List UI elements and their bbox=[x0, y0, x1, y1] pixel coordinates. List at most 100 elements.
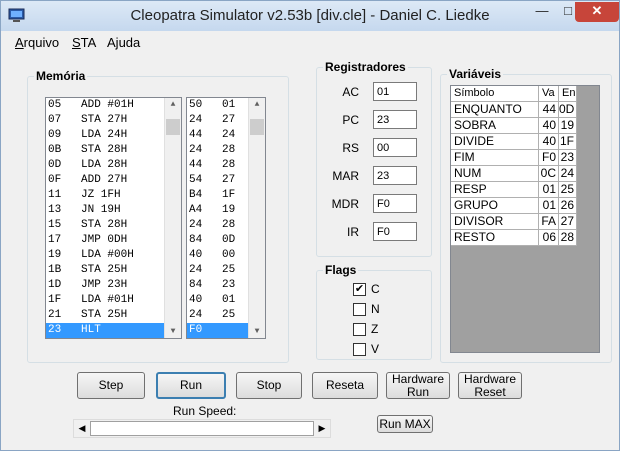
flag-checkbox-v[interactable] bbox=[353, 343, 366, 356]
registers-group: Registradores AC PC RS MAR MDR IR bbox=[316, 60, 432, 257]
stop-button[interactable]: Stop bbox=[236, 372, 302, 399]
scroll-up-arrow-icon[interactable]: ▲ bbox=[249, 100, 265, 109]
hardware-run-button[interactable]: Hardware Run bbox=[386, 372, 450, 399]
table-cell: 0C bbox=[539, 166, 559, 182]
register-label-ac: AC bbox=[342, 85, 359, 99]
program-row[interactable]: 1D JMP 23H bbox=[46, 278, 181, 293]
slider-track[interactable] bbox=[90, 421, 314, 436]
table-cell: RESP bbox=[451, 182, 539, 198]
table-cell: 28 bbox=[559, 230, 577, 246]
program-row[interactable]: 11 JZ 1FH bbox=[46, 188, 181, 203]
raw-scrollbar[interactable]: ▲ ▼ bbox=[248, 98, 265, 338]
program-row[interactable]: 0B STA 28H bbox=[46, 143, 181, 158]
program-listbox[interactable]: 05 ADD #01H 07 STA 27H 09 LDA 24H 0B STA 28… bbox=[45, 97, 182, 339]
app-window: Cleopatra Simulator v2.53b [div.cle] - D… bbox=[0, 0, 620, 451]
table-cell: 23 bbox=[559, 150, 577, 166]
flag-checkbox-z[interactable] bbox=[353, 323, 366, 336]
program-row[interactable]: 09 LDA 24H bbox=[46, 128, 181, 143]
hardware-run-label-2: Run bbox=[406, 384, 429, 399]
table-cell: 24 bbox=[559, 166, 577, 182]
reseta-button[interactable]: Reseta bbox=[312, 372, 378, 399]
table-header-cell[interactable]: En bbox=[559, 86, 577, 102]
register-label-mar: MAR bbox=[332, 169, 359, 183]
window-title: Cleopatra Simulator v2.53b [div.cle] - D… bbox=[130, 7, 490, 24]
minimize-button[interactable]: — bbox=[529, 2, 555, 22]
variables-table[interactable]: Símbolo Va En ENQUANTO 44 0D SOBRA 40 19 DIVIDE 40… bbox=[450, 85, 600, 353]
flags-group: Flags ✔ C N Z V bbox=[316, 263, 432, 360]
scroll-thumb[interactable] bbox=[250, 119, 264, 135]
program-row[interactable]: 15 STA 28H bbox=[46, 218, 181, 233]
scroll-right-arrow-icon[interactable]: ▶ bbox=[314, 420, 330, 437]
register-label-rs: RS bbox=[342, 141, 359, 155]
flag-checkbox-c[interactable]: ✔ bbox=[353, 283, 366, 296]
table-header-cell[interactable]: Va bbox=[539, 86, 559, 102]
flag-label-n: N bbox=[371, 302, 380, 316]
raw-memory-row[interactable]: 0C bbox=[187, 338, 265, 339]
scroll-down-arrow-icon[interactable]: ▼ bbox=[249, 327, 265, 336]
program-row[interactable]: 13 JN 19H bbox=[46, 203, 181, 218]
table-cell: DIVISOR bbox=[451, 214, 539, 230]
scroll-down-arrow-icon[interactable]: ▼ bbox=[165, 327, 181, 336]
table-cell: NUM bbox=[451, 166, 539, 182]
run-max-button[interactable]: Run MAX bbox=[377, 415, 433, 433]
menu-arquivo[interactable]: Arquivo bbox=[15, 35, 59, 50]
variables-group: Variáveis Símbolo Va En ENQUANTO 44 0D SOBRA 40… bbox=[440, 67, 612, 363]
flag-checkbox-n[interactable] bbox=[353, 303, 366, 316]
register-field-mdr[interactable] bbox=[373, 194, 417, 213]
register-field-pc[interactable] bbox=[373, 110, 417, 129]
run-button[interactable]: Run bbox=[156, 372, 226, 399]
title-bar[interactable]: Cleopatra Simulator v2.53b [div.cle] - D… bbox=[1, 1, 619, 31]
program-row[interactable]: 1F LDA #01H bbox=[46, 293, 181, 308]
run-speed-label: Run Speed: bbox=[173, 404, 237, 418]
flags-group-label: Flags bbox=[323, 263, 359, 277]
register-field-mar[interactable] bbox=[373, 166, 417, 185]
table-cell: 25 bbox=[559, 182, 577, 198]
program-row[interactable]: 23 HLT bbox=[46, 323, 181, 338]
variables-group-label: Variáveis bbox=[447, 67, 504, 81]
hardware-reset-label-2: Reset bbox=[474, 384, 506, 399]
program-row[interactable]: 1B STA 25H bbox=[46, 263, 181, 278]
scroll-thumb[interactable] bbox=[166, 119, 180, 135]
table-cell: RESTO bbox=[451, 230, 539, 246]
flag-label-z: Z bbox=[371, 322, 379, 336]
scroll-left-arrow-icon[interactable]: ◀ bbox=[74, 420, 90, 437]
table-cell: 06 bbox=[539, 230, 559, 246]
table-cell: SOBRA bbox=[451, 118, 539, 134]
program-row[interactable]: 17 JMP 0DH bbox=[46, 233, 181, 248]
register-field-rs[interactable] bbox=[373, 138, 417, 157]
program-row[interactable]: 19 LDA #00H bbox=[46, 248, 181, 263]
close-button[interactable]: ✕ bbox=[575, 2, 619, 22]
hardware-reset-button[interactable]: Hardware Reset bbox=[458, 372, 522, 399]
program-row[interactable]: 07 STA 27H bbox=[46, 113, 181, 128]
table-cell: 27 bbox=[559, 214, 577, 230]
hardware-reset-label-1: Hardware bbox=[463, 371, 517, 386]
memory-group-label: Memória bbox=[34, 69, 88, 83]
program-row[interactable]: 0D LDA 28H bbox=[46, 158, 181, 173]
memory-group: Memória 05 ADD #01H 07 STA 27H 09 LDA 24H 0… bbox=[27, 69, 289, 363]
run-speed-slider[interactable]: ◀ ▶ bbox=[73, 419, 331, 438]
table-cell: 01 bbox=[539, 198, 559, 214]
program-row[interactable]: 24 DADOS bbox=[46, 338, 181, 339]
flag-label-c: C bbox=[371, 282, 380, 296]
register-field-ac[interactable] bbox=[373, 82, 417, 101]
table-header-cell[interactable]: Símbolo bbox=[451, 86, 539, 102]
menu-ajuda[interactable]: Ajuda bbox=[107, 35, 140, 50]
table-cell: 1F bbox=[559, 134, 577, 150]
program-row[interactable]: 05 ADD #01H bbox=[46, 98, 181, 113]
table-cell: 0D bbox=[559, 102, 577, 118]
step-button[interactable]: Step bbox=[77, 372, 145, 399]
program-row[interactable]: 0F ADD 27H bbox=[46, 173, 181, 188]
register-field-ir[interactable] bbox=[373, 222, 417, 241]
table-cell: GRUPO bbox=[451, 198, 539, 214]
table-cell: 40 bbox=[539, 118, 559, 134]
registers-group-label: Registradores bbox=[323, 60, 408, 74]
program-scrollbar[interactable]: ▲ ▼ bbox=[164, 98, 181, 338]
table-cell: F0 bbox=[539, 150, 559, 166]
raw-memory-listbox[interactable]: 50 01 24 27 44 24 24 28 44 28 54 27 B4 1F A4 19… bbox=[186, 97, 266, 339]
scroll-up-arrow-icon[interactable]: ▲ bbox=[165, 100, 181, 109]
table-cell: 40 bbox=[539, 134, 559, 150]
menu-sta[interactable]: STA bbox=[72, 35, 96, 50]
table-cell: FIM bbox=[451, 150, 539, 166]
program-row[interactable]: 21 STA 25H bbox=[46, 308, 181, 323]
table-cell: DIVIDE bbox=[451, 134, 539, 150]
